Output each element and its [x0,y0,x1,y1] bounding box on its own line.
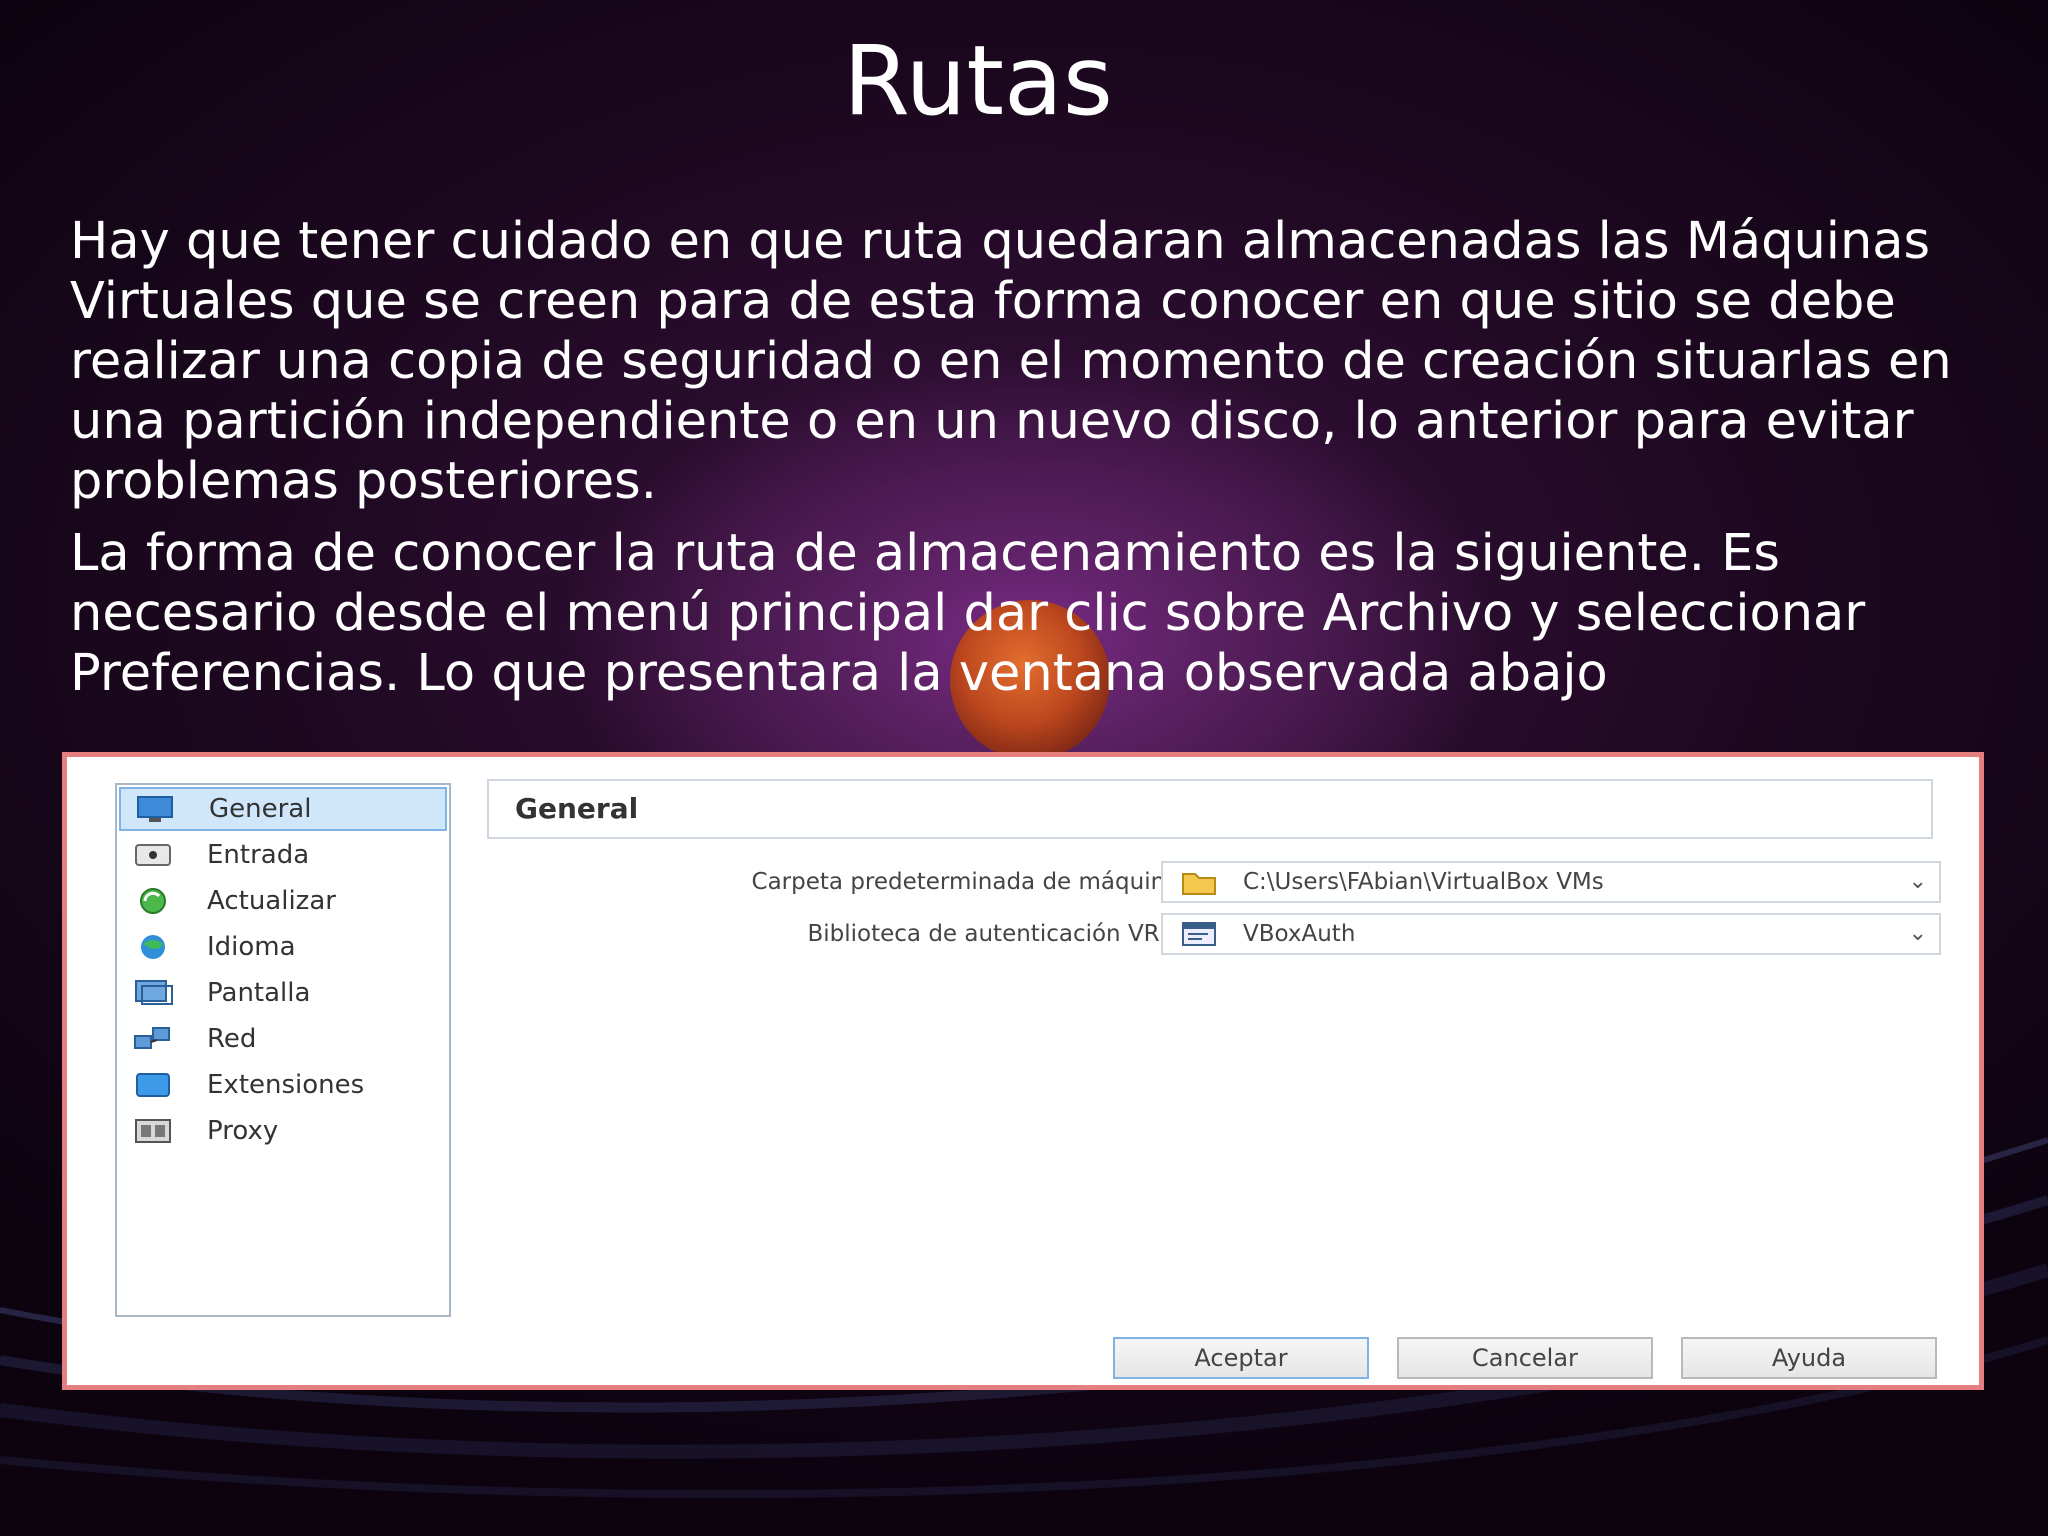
sidebar-item-entrada[interactable]: Entrada [119,833,447,877]
sidebar-item-label: Entrada [207,840,310,870]
folder-icon [1179,868,1219,896]
library-icon [1179,920,1219,948]
sidebar-item-label: Actualizar [207,886,336,916]
chevron-down-icon[interactable]: ⌄ [1909,863,1927,901]
machine-folder-select[interactable]: C:\Users\FAbian\VirtualBox VMs ⌄ [1161,861,1941,903]
machine-folder-label: Carpeta predeterminada de máquinas: [751,869,1199,895]
sidebar-item-label: General [209,794,312,824]
sidebar-item-extensiones[interactable]: Extensiones [119,1063,447,1107]
body-paragraph-1: Hay que tener cuidado en que ruta quedar… [70,212,1952,511]
slide-body: Hay que tener cuidado en que ruta quedar… [70,212,2010,716]
sidebar-item-idioma[interactable]: Idioma [119,925,447,969]
vrdp-library-select[interactable]: VBoxAuth ⌄ [1161,913,1941,955]
globe-icon [133,932,173,962]
sidebar-item-red[interactable]: Red [119,1017,447,1061]
proxy-icon [133,1116,173,1146]
preferences-dialog-screenshot: General Entrada Actualizar Idioma Pantal… [62,752,1984,1390]
body-paragraph-2: La forma de conocer la ruta de almacenam… [70,524,1866,703]
sidebar-item-actualizar[interactable]: Actualizar [119,879,447,923]
display-icon [133,978,173,1008]
cancel-button[interactable]: Cancelar [1397,1337,1653,1379]
sidebar-item-proxy[interactable]: Proxy [119,1109,447,1153]
update-icon [133,886,173,916]
help-button[interactable]: Ayuda [1681,1337,1937,1379]
sidebar-item-general[interactable]: General [119,787,447,831]
extensions-icon [133,1070,173,1100]
section-title: General [487,779,1933,839]
network-icon [133,1024,173,1054]
sidebar-item-label: Red [207,1024,257,1054]
sidebar-item-pantalla[interactable]: Pantalla [119,971,447,1015]
accept-button[interactable]: Aceptar [1113,1337,1369,1379]
keyboard-icon [133,840,173,870]
slide-title: Rutas [843,25,1113,137]
vrdp-library-label: Biblioteca de autenticación VRDP: [807,921,1199,947]
monitor-icon [135,794,175,824]
sidebar-item-label: Proxy [207,1116,279,1146]
chevron-down-icon[interactable]: ⌄ [1909,915,1927,953]
preferences-sidebar: General Entrada Actualizar Idioma Pantal… [115,783,451,1317]
sidebar-item-label: Extensiones [207,1070,365,1100]
vrdp-library-value: VBoxAuth [1243,921,1356,947]
machine-folder-value: C:\Users\FAbian\VirtualBox VMs [1243,869,1604,895]
sidebar-item-label: Idioma [207,932,296,962]
sidebar-item-label: Pantalla [207,978,311,1008]
